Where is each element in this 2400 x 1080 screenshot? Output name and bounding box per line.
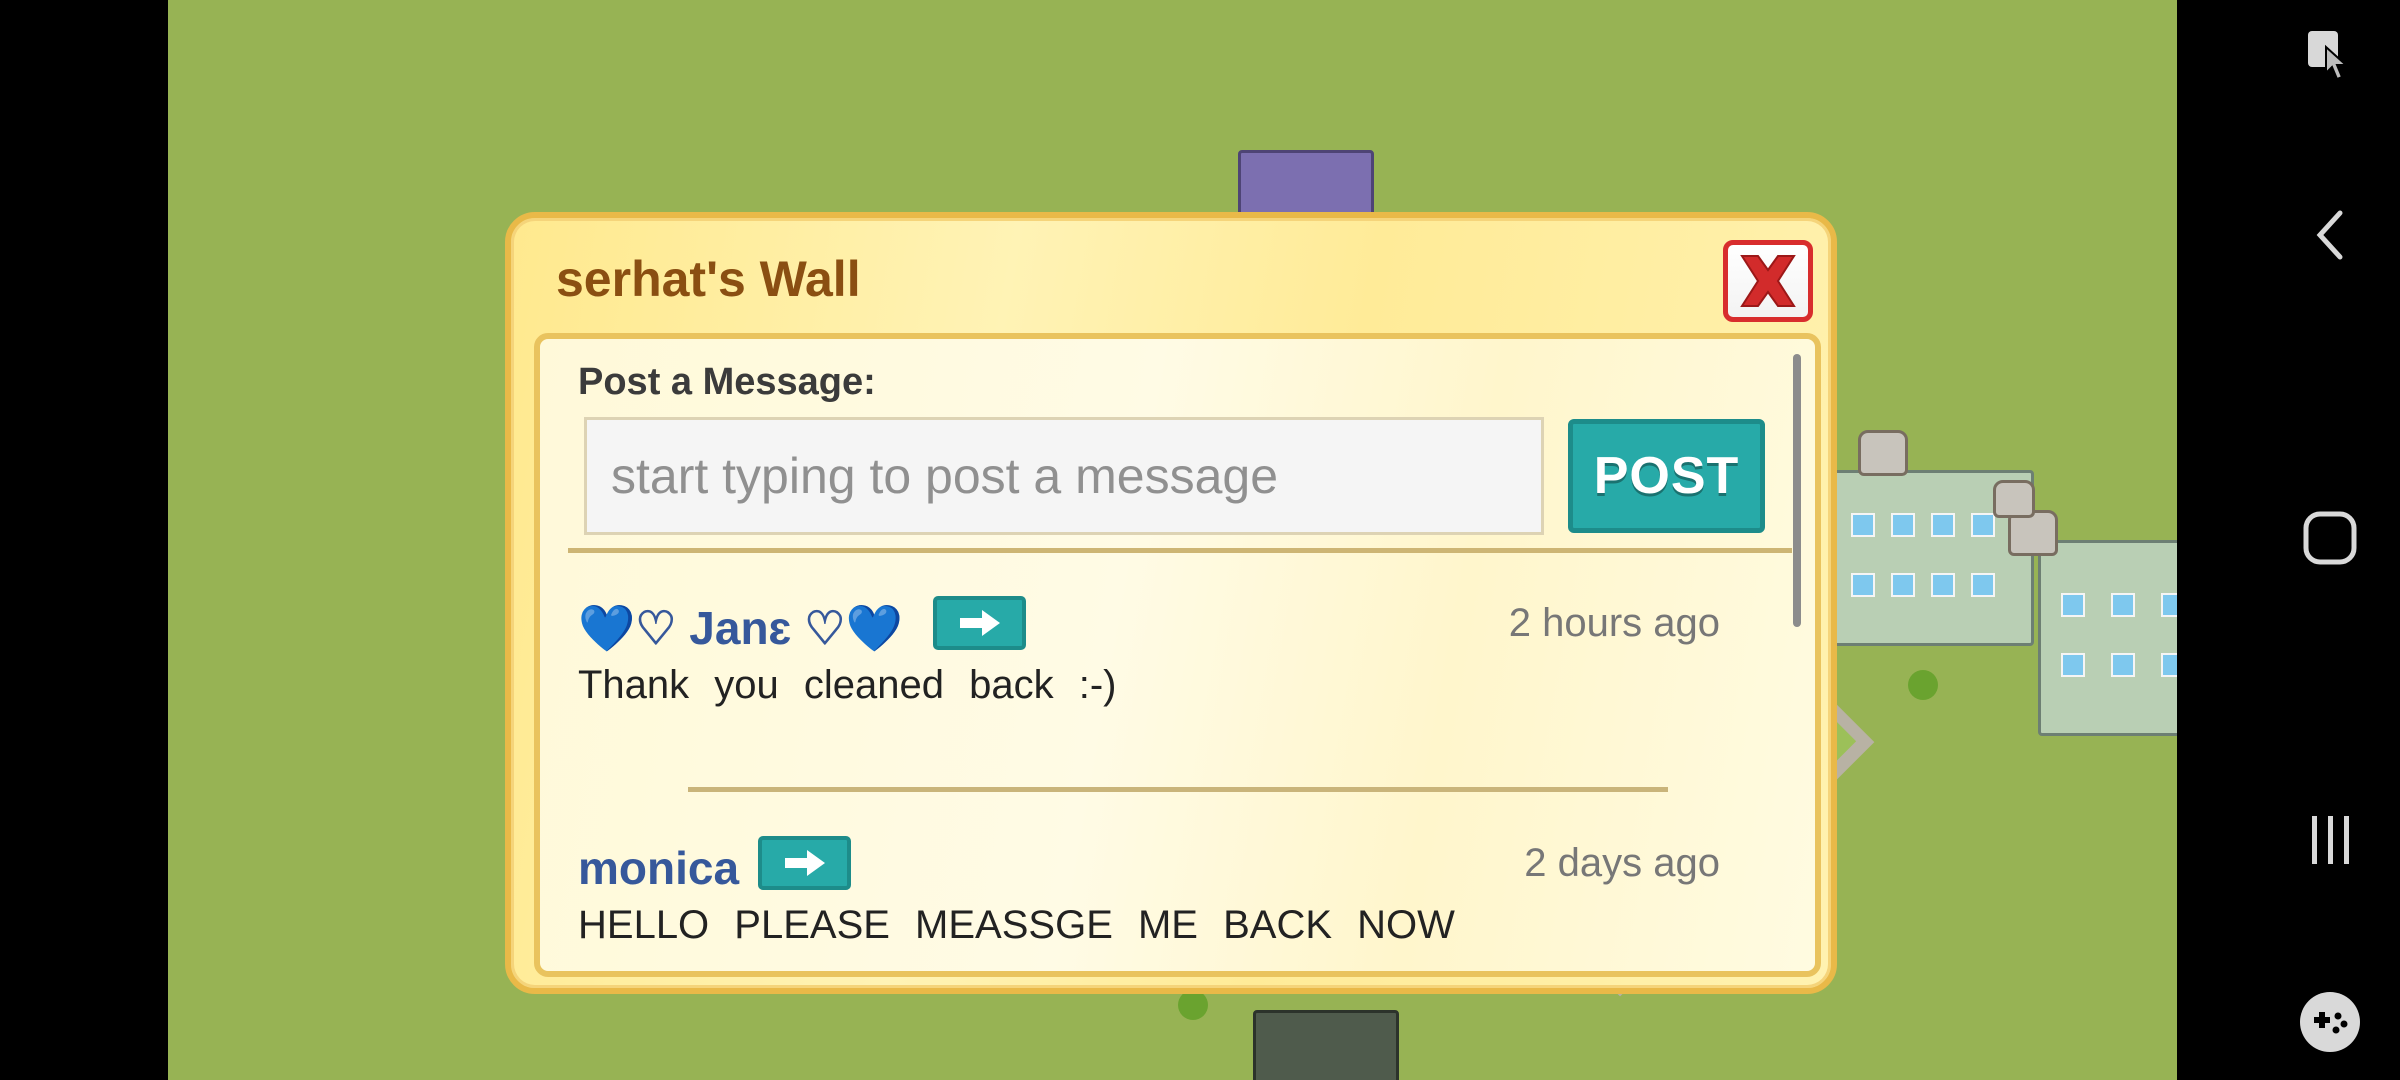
post-message-label: Post a Message: bbox=[578, 361, 876, 403]
post-time: 2 hours ago bbox=[1508, 601, 1720, 645]
divider bbox=[568, 548, 1792, 553]
game-controller-icon bbox=[2300, 992, 2360, 1052]
recents-icon bbox=[2312, 816, 2349, 864]
arrow-right-icon bbox=[959, 610, 1000, 636]
divider bbox=[688, 787, 1668, 792]
post-message: Thank you cleaned back :-) bbox=[578, 663, 1117, 707]
post-message: HELLO PLEASE MEASSGE ME BACK NOW bbox=[578, 903, 1455, 947]
arrow-right-icon bbox=[784, 850, 825, 876]
game-tools-button[interactable] bbox=[2290, 982, 2370, 1062]
tree bbox=[1908, 670, 1938, 700]
building bbox=[1253, 1010, 1399, 1080]
post-author[interactable]: monica bbox=[578, 841, 739, 895]
building bbox=[2038, 540, 2177, 736]
screen-touch-button[interactable] bbox=[2290, 15, 2370, 95]
water-tank bbox=[1858, 430, 1908, 476]
dialog-title: serhat's Wall bbox=[556, 251, 861, 307]
visit-arrow-button[interactable] bbox=[758, 836, 851, 890]
visit-arrow-button[interactable] bbox=[933, 596, 1026, 650]
message-input[interactable] bbox=[584, 417, 1544, 535]
back-icon bbox=[2316, 210, 2343, 260]
back-button[interactable] bbox=[2290, 195, 2370, 275]
post-time: 2 days ago bbox=[1524, 841, 1720, 885]
letterbox-left bbox=[0, 0, 168, 1080]
home-button[interactable] bbox=[2290, 498, 2370, 578]
water-tank bbox=[1993, 480, 2035, 518]
wall-panel[interactable]: Post a Message: POST 💙♡ Janɛ ♡💙 2 hours … bbox=[534, 333, 1821, 977]
post-author[interactable]: 💙♡ Janɛ ♡💙 bbox=[578, 601, 903, 656]
close-x-icon bbox=[1740, 255, 1796, 307]
post-button[interactable]: POST bbox=[1568, 419, 1765, 533]
close-button[interactable] bbox=[1723, 240, 1813, 322]
tree bbox=[1178, 990, 1208, 1020]
wall-dialog: serhat's Wall Post a Message: POST 💙♡ Ja… bbox=[505, 212, 1837, 994]
scrollbar[interactable] bbox=[1793, 354, 1801, 627]
screen-touch-icon bbox=[2308, 31, 2349, 81]
recents-button[interactable] bbox=[2290, 800, 2370, 880]
home-icon bbox=[2303, 511, 2357, 565]
